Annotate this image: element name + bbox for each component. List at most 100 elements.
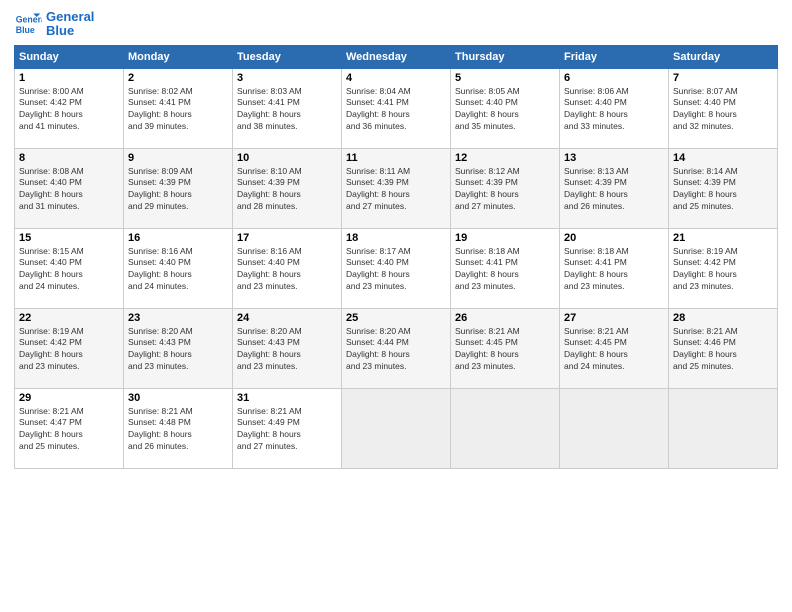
day-number: 7	[673, 72, 773, 84]
day-number: 15	[19, 232, 119, 244]
calendar-cell	[342, 388, 451, 468]
day-info: Sunrise: 8:04 AMSunset: 4:41 PMDaylight:…	[346, 86, 446, 134]
calendar-cell: 12 Sunrise: 8:12 AMSunset: 4:39 PMDaylig…	[451, 148, 560, 228]
day-info: Sunrise: 8:20 AMSunset: 4:43 PMDaylight:…	[128, 326, 228, 374]
day-info: Sunrise: 8:19 AMSunset: 4:42 PMDaylight:…	[673, 246, 773, 294]
logo-icon: General Blue	[14, 10, 42, 38]
calendar-cell: 22 Sunrise: 8:19 AMSunset: 4:42 PMDaylig…	[15, 308, 124, 388]
calendar-cell: 6 Sunrise: 8:06 AMSunset: 4:40 PMDayligh…	[560, 68, 669, 148]
day-number: 26	[455, 312, 555, 324]
weekday-saturday: Saturday	[669, 45, 778, 68]
calendar-cell: 1 Sunrise: 8:00 AMSunset: 4:42 PMDayligh…	[15, 68, 124, 148]
day-info: Sunrise: 8:03 AMSunset: 4:41 PMDaylight:…	[237, 86, 337, 134]
day-number: 28	[673, 312, 773, 324]
week-row-5: 29 Sunrise: 8:21 AMSunset: 4:47 PMDaylig…	[15, 388, 778, 468]
day-info: Sunrise: 8:21 AMSunset: 4:49 PMDaylight:…	[237, 406, 337, 454]
day-info: Sunrise: 8:10 AMSunset: 4:39 PMDaylight:…	[237, 166, 337, 214]
calendar-cell: 30 Sunrise: 8:21 AMSunset: 4:48 PMDaylig…	[124, 388, 233, 468]
day-number: 21	[673, 232, 773, 244]
day-number: 20	[564, 232, 664, 244]
day-info: Sunrise: 8:15 AMSunset: 4:40 PMDaylight:…	[19, 246, 119, 294]
calendar-cell: 2 Sunrise: 8:02 AMSunset: 4:41 PMDayligh…	[124, 68, 233, 148]
calendar-cell: 19 Sunrise: 8:18 AMSunset: 4:41 PMDaylig…	[451, 228, 560, 308]
calendar-cell: 23 Sunrise: 8:20 AMSunset: 4:43 PMDaylig…	[124, 308, 233, 388]
svg-text:General: General	[16, 15, 42, 25]
calendar-cell: 25 Sunrise: 8:20 AMSunset: 4:44 PMDaylig…	[342, 308, 451, 388]
day-number: 25	[346, 312, 446, 324]
day-number: 29	[19, 392, 119, 404]
calendar-cell: 29 Sunrise: 8:21 AMSunset: 4:47 PMDaylig…	[15, 388, 124, 468]
calendar-cell: 14 Sunrise: 8:14 AMSunset: 4:39 PMDaylig…	[669, 148, 778, 228]
day-number: 13	[564, 152, 664, 164]
day-number: 2	[128, 72, 228, 84]
day-number: 27	[564, 312, 664, 324]
day-info: Sunrise: 8:21 AMSunset: 4:47 PMDaylight:…	[19, 406, 119, 454]
day-info: Sunrise: 8:00 AMSunset: 4:42 PMDaylight:…	[19, 86, 119, 134]
weekday-monday: Monday	[124, 45, 233, 68]
weekday-friday: Friday	[560, 45, 669, 68]
day-number: 19	[455, 232, 555, 244]
day-info: Sunrise: 8:12 AMSunset: 4:39 PMDaylight:…	[455, 166, 555, 214]
calendar-cell: 8 Sunrise: 8:08 AMSunset: 4:40 PMDayligh…	[15, 148, 124, 228]
day-info: Sunrise: 8:21 AMSunset: 4:46 PMDaylight:…	[673, 326, 773, 374]
calendar-cell: 31 Sunrise: 8:21 AMSunset: 4:49 PMDaylig…	[233, 388, 342, 468]
day-info: Sunrise: 8:11 AMSunset: 4:39 PMDaylight:…	[346, 166, 446, 214]
calendar-cell: 3 Sunrise: 8:03 AMSunset: 4:41 PMDayligh…	[233, 68, 342, 148]
calendar-cell: 15 Sunrise: 8:15 AMSunset: 4:40 PMDaylig…	[15, 228, 124, 308]
day-number: 6	[564, 72, 664, 84]
day-number: 8	[19, 152, 119, 164]
weekday-thursday: Thursday	[451, 45, 560, 68]
header: General Blue GeneralBlue	[14, 10, 778, 39]
day-info: Sunrise: 8:16 AMSunset: 4:40 PMDaylight:…	[237, 246, 337, 294]
calendar-cell: 4 Sunrise: 8:04 AMSunset: 4:41 PMDayligh…	[342, 68, 451, 148]
calendar-cell: 26 Sunrise: 8:21 AMSunset: 4:45 PMDaylig…	[451, 308, 560, 388]
day-number: 23	[128, 312, 228, 324]
day-info: Sunrise: 8:17 AMSunset: 4:40 PMDaylight:…	[346, 246, 446, 294]
calendar-cell: 5 Sunrise: 8:05 AMSunset: 4:40 PMDayligh…	[451, 68, 560, 148]
day-info: Sunrise: 8:21 AMSunset: 4:45 PMDaylight:…	[564, 326, 664, 374]
day-number: 11	[346, 152, 446, 164]
day-info: Sunrise: 8:20 AMSunset: 4:43 PMDaylight:…	[237, 326, 337, 374]
calendar-page: General Blue GeneralBlue SundayMondayTue…	[0, 0, 792, 612]
weekday-wednesday: Wednesday	[342, 45, 451, 68]
day-number: 10	[237, 152, 337, 164]
week-row-3: 15 Sunrise: 8:15 AMSunset: 4:40 PMDaylig…	[15, 228, 778, 308]
day-info: Sunrise: 8:14 AMSunset: 4:39 PMDaylight:…	[673, 166, 773, 214]
day-number: 5	[455, 72, 555, 84]
day-info: Sunrise: 8:20 AMSunset: 4:44 PMDaylight:…	[346, 326, 446, 374]
day-number: 9	[128, 152, 228, 164]
day-info: Sunrise: 8:09 AMSunset: 4:39 PMDaylight:…	[128, 166, 228, 214]
calendar-cell	[451, 388, 560, 468]
day-number: 24	[237, 312, 337, 324]
logo: General Blue GeneralBlue	[14, 10, 94, 39]
weekday-tuesday: Tuesday	[233, 45, 342, 68]
logo-text: GeneralBlue	[46, 10, 94, 39]
day-number: 18	[346, 232, 446, 244]
svg-text:Blue: Blue	[16, 25, 35, 35]
calendar-cell: 20 Sunrise: 8:18 AMSunset: 4:41 PMDaylig…	[560, 228, 669, 308]
calendar-cell	[560, 388, 669, 468]
day-number: 12	[455, 152, 555, 164]
day-info: Sunrise: 8:13 AMSunset: 4:39 PMDaylight:…	[564, 166, 664, 214]
calendar-table: SundayMondayTuesdayWednesdayThursdayFrid…	[14, 45, 778, 469]
day-info: Sunrise: 8:05 AMSunset: 4:40 PMDaylight:…	[455, 86, 555, 134]
day-number: 22	[19, 312, 119, 324]
day-number: 4	[346, 72, 446, 84]
calendar-cell: 21 Sunrise: 8:19 AMSunset: 4:42 PMDaylig…	[669, 228, 778, 308]
day-info: Sunrise: 8:16 AMSunset: 4:40 PMDaylight:…	[128, 246, 228, 294]
day-info: Sunrise: 8:08 AMSunset: 4:40 PMDaylight:…	[19, 166, 119, 214]
day-info: Sunrise: 8:21 AMSunset: 4:48 PMDaylight:…	[128, 406, 228, 454]
calendar-cell: 13 Sunrise: 8:13 AMSunset: 4:39 PMDaylig…	[560, 148, 669, 228]
calendar-cell: 11 Sunrise: 8:11 AMSunset: 4:39 PMDaylig…	[342, 148, 451, 228]
day-info: Sunrise: 8:02 AMSunset: 4:41 PMDaylight:…	[128, 86, 228, 134]
day-info: Sunrise: 8:06 AMSunset: 4:40 PMDaylight:…	[564, 86, 664, 134]
day-info: Sunrise: 8:21 AMSunset: 4:45 PMDaylight:…	[455, 326, 555, 374]
calendar-cell: 7 Sunrise: 8:07 AMSunset: 4:40 PMDayligh…	[669, 68, 778, 148]
day-number: 1	[19, 72, 119, 84]
week-row-1: 1 Sunrise: 8:00 AMSunset: 4:42 PMDayligh…	[15, 68, 778, 148]
calendar-cell: 9 Sunrise: 8:09 AMSunset: 4:39 PMDayligh…	[124, 148, 233, 228]
calendar-cell: 28 Sunrise: 8:21 AMSunset: 4:46 PMDaylig…	[669, 308, 778, 388]
calendar-cell: 18 Sunrise: 8:17 AMSunset: 4:40 PMDaylig…	[342, 228, 451, 308]
day-info: Sunrise: 8:19 AMSunset: 4:42 PMDaylight:…	[19, 326, 119, 374]
calendar-cell: 24 Sunrise: 8:20 AMSunset: 4:43 PMDaylig…	[233, 308, 342, 388]
